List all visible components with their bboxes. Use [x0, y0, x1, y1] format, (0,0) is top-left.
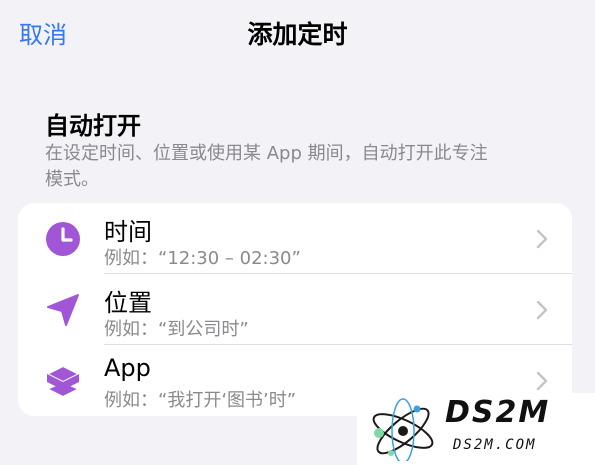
option-label: App: [104, 354, 151, 382]
page-title: 添加定时: [247, 20, 348, 49]
schedule-options-list: 时间 例如：“12:30 – 02:30” 位置 例如：“到公司时” App 例…: [18, 203, 572, 416]
app-stack-icon: [46, 365, 80, 398]
option-label: 位置: [104, 289, 152, 317]
option-label: 时间: [104, 218, 152, 246]
chevron-right-icon: [536, 229, 548, 249]
watermark-text: DS2M: [445, 395, 551, 430]
section-description: 在设定时间、位置或使用某 App 期间，自动打开此专注模式。: [45, 143, 488, 190]
clock-icon: [46, 222, 80, 256]
chevron-right-icon: [536, 300, 548, 320]
atom-logo-icon: [372, 398, 434, 461]
option-time[interactable]: 时间 例如：“12:30 – 02:30”: [18, 203, 572, 274]
option-location[interactable]: 位置 例如：“到公司时”: [18, 274, 572, 345]
watermark-subtext: DS2M.COM: [453, 437, 537, 453]
location-arrow-icon: [47, 294, 79, 326]
watermark: DS2M DS2M.COM: [357, 393, 595, 465]
option-subtitle: 例如：“到公司时”: [104, 319, 249, 340]
navigation-bar: 取消 添加定时: [0, 0, 595, 70]
option-subtitle: 例如：“我打开‘图书’时”: [104, 390, 297, 411]
option-subtitle: 例如：“12:30 – 02:30”: [104, 248, 301, 269]
chevron-right-icon: [536, 371, 548, 391]
section-title: 自动打开: [45, 112, 141, 140]
